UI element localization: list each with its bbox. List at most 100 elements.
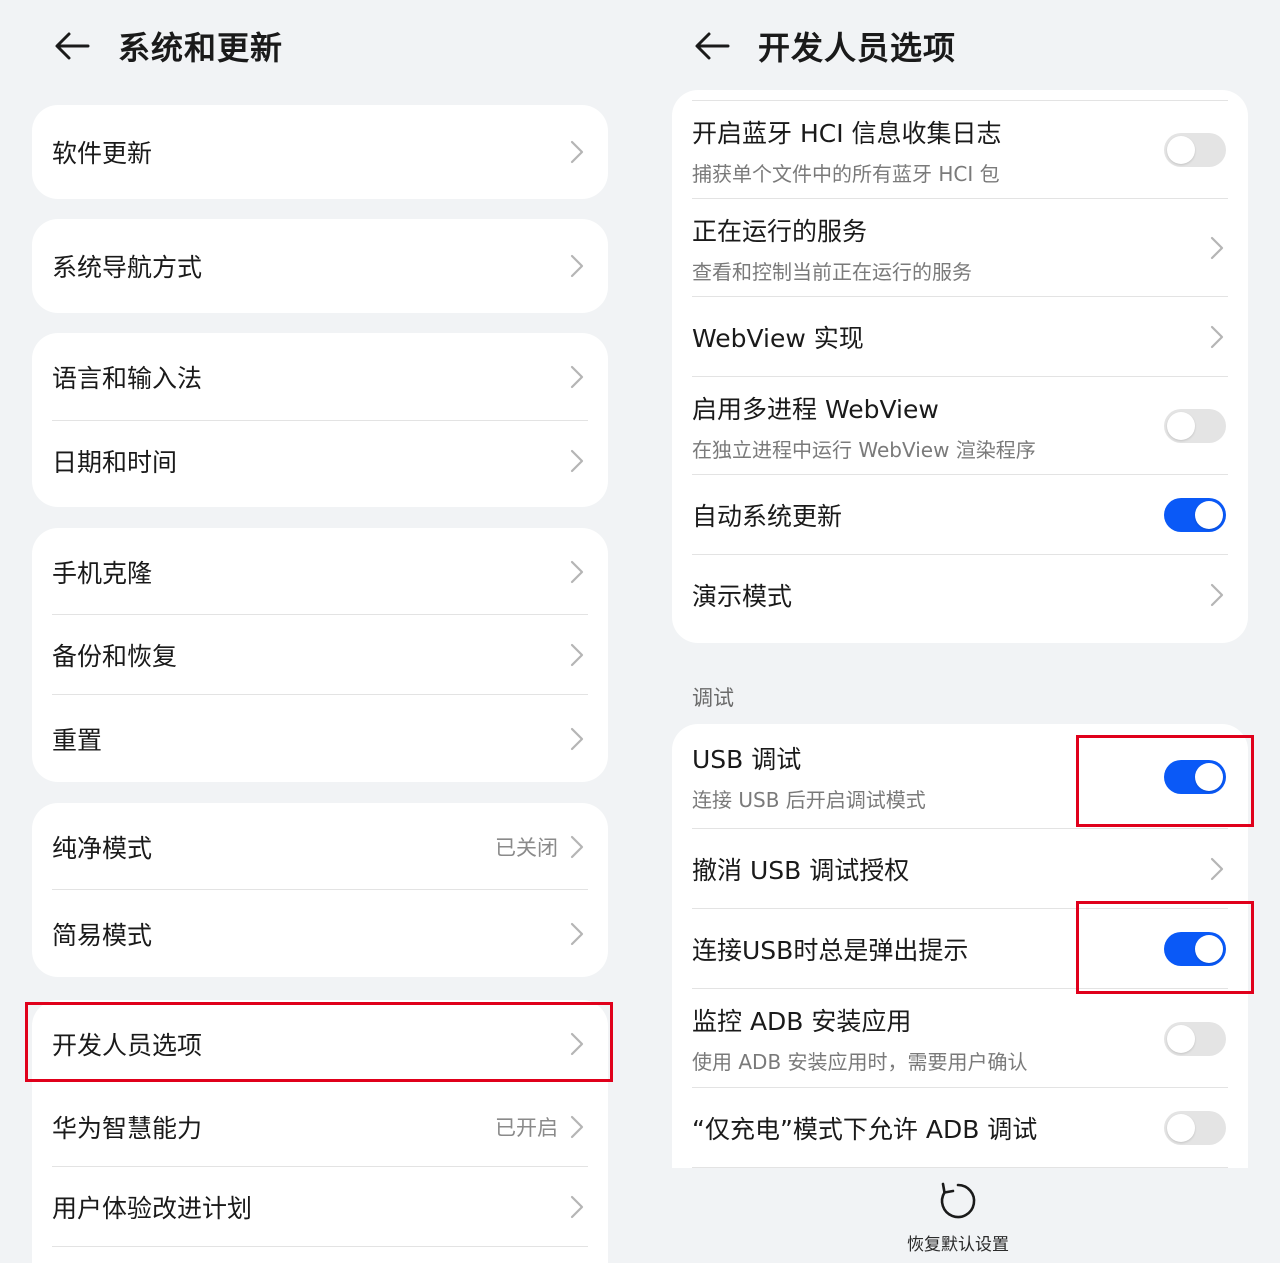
- setting-multiprocess-webview: 启用多进程 WebView 在独立进程中运行 WebView 渲染程序: [672, 377, 1248, 475]
- menu-item-label: 简易模式: [52, 920, 153, 950]
- setting-charge-only-adb: “仅充电”模式下允许 ADB 调试: [672, 1088, 1248, 1168]
- card-software-update: 软件更新: [32, 105, 608, 199]
- toggle-knob: [1195, 935, 1223, 963]
- toggle-knob: [1167, 412, 1195, 440]
- menu-item-label: 手机克隆: [52, 558, 153, 588]
- menu-item-ux-plan[interactable]: 用户体验改进计划: [32, 1167, 608, 1247]
- menu-item-label: 用户体验改进计划: [52, 1194, 253, 1223]
- setting-title: 连接USB时总是弹出提示: [692, 936, 969, 965]
- chevron-right-icon: [568, 1114, 586, 1140]
- setting-usb-debug: USB 调试 连接 USB 后开启调试模式: [672, 724, 1248, 829]
- setting-title: 正在运行的服务: [692, 216, 868, 246]
- toggle-knob: [1195, 762, 1223, 791]
- setting-title: 自动系统更新: [692, 502, 843, 531]
- back-button[interactable]: [52, 26, 92, 66]
- toggle-charge-only-adb[interactable]: [1164, 1111, 1226, 1145]
- menu-item-huawei-ability[interactable]: 华为智慧能力 已开启: [32, 1087, 608, 1167]
- card-modes: 纯净模式 已关闭 简易模式: [32, 803, 608, 977]
- setting-title: 演示模式: [692, 582, 793, 611]
- menu-item-datetime[interactable]: 日期和时间: [32, 421, 608, 501]
- setting-title: “仅充电”模式下允许 ADB 调试: [692, 1115, 1038, 1144]
- chevron-right-icon: [1208, 582, 1226, 608]
- developer-options-panel: 开发人员选项 开启蓝牙 HCI 信息收集日志 捕获单个文件中的所有蓝牙 HCI …: [640, 0, 1280, 1263]
- setting-text: USB 调试 连接 USB 后开启调试模式: [692, 740, 1164, 813]
- setting-demo-mode[interactable]: 演示模式: [672, 555, 1248, 635]
- toggle-usb-prompt[interactable]: [1164, 932, 1226, 966]
- setting-text: 开启蓝牙 HCI 信息收集日志 捕获单个文件中的所有蓝牙 HCI 包: [692, 114, 1164, 187]
- menu-item-language[interactable]: 语言和输入法: [32, 333, 608, 421]
- card-navigation: 系统导航方式: [32, 219, 608, 313]
- chevron-right-icon: [568, 1031, 586, 1057]
- chevron-right-icon: [568, 364, 586, 390]
- setting-running-services[interactable]: 正在运行的服务 查看和控制当前正在运行的服务: [672, 199, 1248, 297]
- page-title: 开发人员选项: [758, 29, 957, 67]
- toggle-knob: [1167, 1114, 1195, 1142]
- card-language-datetime: 语言和输入法 日期和时间: [32, 333, 608, 507]
- toggle-multiprocess-webview[interactable]: [1164, 409, 1226, 443]
- setting-title: 撤消 USB 调试授权: [692, 856, 910, 885]
- menu-item-phone-clone[interactable]: 手机克隆: [32, 528, 608, 615]
- menu-item-label: 开发人员选项: [52, 1030, 203, 1060]
- restore-defaults-button[interactable]: 恢复默认设置: [888, 1180, 1028, 1255]
- setting-subtitle: 连接 USB 后开启调试模式: [692, 788, 926, 812]
- divider: [52, 1246, 588, 1247]
- menu-item-software-update[interactable]: 软件更新: [32, 105, 608, 199]
- setting-title: 启用多进程 WebView: [692, 394, 939, 424]
- chevron-right-icon: [568, 726, 586, 752]
- chevron-right-icon: [568, 1194, 586, 1220]
- chevron-right-icon: [568, 921, 586, 947]
- back-arrow-icon: [55, 32, 90, 60]
- chevron-right-icon: [568, 834, 586, 860]
- setting-webview-impl[interactable]: WebView 实现: [672, 297, 1248, 377]
- toggle-knob: [1167, 1024, 1195, 1053]
- chevron-right-icon: [568, 559, 586, 585]
- toggle-bt-hci[interactable]: [1164, 133, 1226, 167]
- back-button[interactable]: [692, 26, 732, 66]
- chevron-right-icon: [568, 253, 586, 279]
- setting-bt-hci: 开启蓝牙 HCI 信息收集日志 捕获单个文件中的所有蓝牙 HCI 包: [672, 101, 1248, 199]
- setting-title: 监控 ADB 安装应用: [692, 1007, 912, 1036]
- chevron-right-icon: [1208, 235, 1226, 261]
- setting-text: 正在运行的服务 查看和控制当前正在运行的服务: [692, 212, 1208, 285]
- menu-item-label: 软件更新: [52, 139, 153, 168]
- menu-item-label: 备份和恢复: [52, 642, 178, 671]
- setting-auto-update: 自动系统更新: [672, 475, 1248, 555]
- setting-title: USB 调试: [692, 745, 802, 774]
- divider: [692, 1167, 1228, 1168]
- menu-item-pure-mode[interactable]: 纯净模式 已关闭: [32, 803, 608, 890]
- setting-usb-prompt: 连接USB时总是弹出提示: [672, 909, 1248, 989]
- menu-item-label: 日期和时间: [52, 448, 178, 477]
- setting-title: WebView 实现: [692, 324, 864, 353]
- setting-text: 监控 ADB 安装应用 使用 ADB 安装应用时，需要用户确认: [692, 1002, 1164, 1075]
- card-clone-backup-reset: 手机克隆 备份和恢复 重置: [32, 528, 608, 782]
- setting-subtitle: 在独立进程中运行 WebView 渲染程序: [692, 437, 1036, 462]
- setting-subtitle: 使用 ADB 安装应用时，需要用户确认: [692, 1050, 1028, 1074]
- setting-subtitle: 捕获单个文件中的所有蓝牙 HCI 包: [692, 161, 1000, 186]
- card-developer-top: 开启蓝牙 HCI 信息收集日志 捕获单个文件中的所有蓝牙 HCI 包 正在运行的…: [672, 90, 1248, 643]
- menu-item-label: 华为智慧能力: [52, 1114, 203, 1143]
- chevron-right-icon: [1208, 856, 1226, 882]
- setting-text: 启用多进程 WebView 在独立进程中运行 WebView 渲染程序: [692, 390, 1164, 463]
- toggle-adb-monitor[interactable]: [1164, 1021, 1226, 1056]
- menu-item-backup[interactable]: 备份和恢复: [32, 615, 608, 695]
- left-header: 系统和更新: [52, 22, 283, 70]
- chevron-right-icon: [568, 642, 586, 668]
- back-arrow-icon: [695, 32, 730, 60]
- menu-item-developer-options[interactable]: 开发人员选项: [32, 1000, 608, 1087]
- setting-adb-monitor: 监控 ADB 安装应用 使用 ADB 安装应用时，需要用户确认: [672, 989, 1248, 1088]
- menu-item-simple-mode[interactable]: 简易模式: [32, 890, 608, 977]
- menu-item-label: 重置: [52, 725, 103, 755]
- toggle-knob: [1195, 501, 1223, 529]
- menu-item-navigation[interactable]: 系统导航方式: [32, 219, 608, 313]
- status-value: 已开启: [495, 1116, 558, 1140]
- menu-item-reset[interactable]: 重置: [32, 695, 608, 782]
- refresh-icon: [940, 1182, 976, 1219]
- toggle-auto-update[interactable]: [1164, 498, 1226, 532]
- setting-subtitle: 查看和控制当前正在运行的服务: [692, 259, 972, 284]
- setting-revoke-usb[interactable]: 撤消 USB 调试授权: [672, 829, 1248, 909]
- section-header-debug: 调试: [692, 686, 734, 710]
- system-update-panel: 系统和更新 软件更新 系统导航方式 语言和输入法 日期和时间 手机克隆 备份和恢…: [0, 0, 640, 1263]
- menu-item-label: 纯净模式: [52, 833, 153, 863]
- toggle-usb-debug[interactable]: [1164, 759, 1226, 794]
- card-debug: USB 调试 连接 USB 后开启调试模式 撤消 USB 调试授权 连接USB时…: [672, 724, 1248, 1168]
